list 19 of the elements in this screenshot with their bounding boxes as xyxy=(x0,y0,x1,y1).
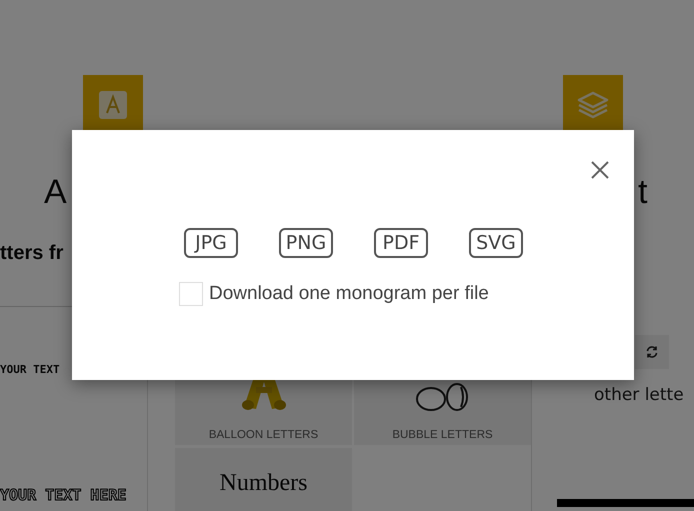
tile-title: Numbers xyxy=(218,470,308,498)
checkbox[interactable] xyxy=(179,282,203,306)
format-button[interactable]: PNG xyxy=(279,228,333,258)
card-subtitle: tters fr xyxy=(0,242,64,265)
format-button[interactable]: JPG xyxy=(184,228,238,258)
format-button[interactable]: PDF xyxy=(374,228,428,258)
font-sample[interactable]: YOUR TEXT HERE xyxy=(0,486,147,504)
refresh-icon xyxy=(645,345,659,359)
checkbox-label: Download one monogram per file xyxy=(209,283,489,305)
tile-label: BUBBLE LETTERS xyxy=(392,429,493,441)
style-tile[interactable]: Numbers xyxy=(175,448,352,511)
close-button[interactable] xyxy=(589,159,611,181)
tile-label: BALLOON LETTERS xyxy=(208,429,318,441)
close-icon xyxy=(590,160,610,180)
format-button[interactable]: SVG xyxy=(469,228,523,258)
body-text: other lette xyxy=(594,385,685,405)
card-title: A xyxy=(44,173,67,212)
refresh-button[interactable] xyxy=(635,335,669,369)
card-title: t xyxy=(638,173,648,212)
